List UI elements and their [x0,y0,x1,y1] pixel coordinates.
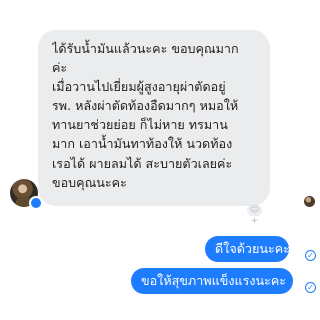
incoming-message-line: ขอบคุณนะคะ [52,174,127,190]
incoming-message-line: รพ. หลังผ่าตัดท้องอืดมากๆ หมอให้ [52,98,239,114]
incoming-message-line: มาก เอาน้ำมันทาท้องให้ นวดท้อง [52,136,233,152]
outgoing-message-bubble[interactable]: ขอให้สุขภาพแข็งแรงนะคะ [131,268,293,294]
incoming-message-line: ค่ะ [52,60,68,76]
incoming-message-line: ได้รับน้ำมันแล้วนะคะ ขอบคุณมาก [52,41,239,56]
outgoing-message-text: ดีใจด้วยนะคะ [215,241,290,256]
messenger-badge-icon [29,196,43,210]
seen-avatar [304,196,315,207]
incoming-message-line: เรอได้ ผายลมได้ สะบายตัวเลยค่ะ [52,155,233,171]
incoming-message-line: ทานยาช่วยย่อย ก็ไม่หาย ทรมาน [52,117,228,133]
check-circle-icon: ✓ [305,282,316,293]
outgoing-message-bubble[interactable]: ดีใจด้วยนะคะ [205,236,290,262]
check-circle-icon: ✓ [305,250,316,261]
outgoing-message-text: ขอให้สุขภาพแข็งแรงนะคะ [141,273,287,288]
incoming-message-bubble[interactable]: ได้รับน้ำมันแล้วนะคะ ขอบคุณมาก ค่ะ เมื่อ… [38,30,270,206]
incoming-message-line: เมื่อวานไปเยี่ยมผู้สูงอายุผ่าตัดอยู่ [52,79,226,95]
messenger-chat: ได้รับน้ำมันแล้วนะคะ ขอบคุณมาก ค่ะ เมื่อ… [0,0,320,320]
add-reaction-icon[interactable]: ☺+ [247,205,262,226]
